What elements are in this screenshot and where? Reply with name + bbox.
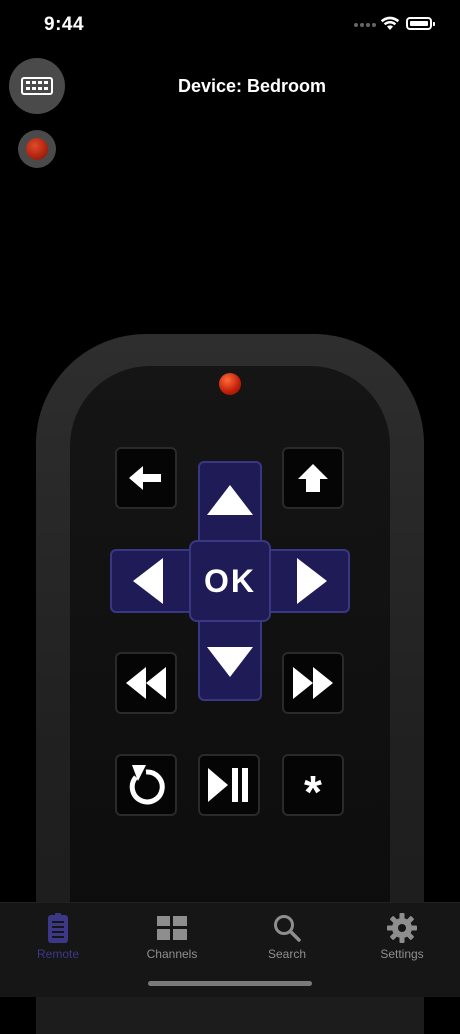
tab-channels[interactable]: Channels — [122, 913, 222, 961]
replay-icon — [129, 765, 165, 805]
home-button[interactable] — [282, 447, 344, 509]
remote-icon — [48, 913, 68, 943]
home-indicator — [148, 981, 312, 986]
rewind-button[interactable] — [115, 652, 177, 714]
gear-icon — [387, 913, 417, 943]
tab-settings-label: Settings — [380, 947, 424, 961]
fast-forward-icon — [293, 667, 333, 699]
tab-search[interactable]: Search — [237, 913, 337, 961]
status-time: 9:44 — [44, 14, 85, 35]
tab-channels-label: Channels — [146, 947, 198, 961]
arrow-down-icon — [207, 647, 253, 677]
cellular-signal-icon — [354, 23, 376, 27]
arrow-right-icon — [297, 558, 327, 604]
replay-button[interactable] — [115, 754, 177, 816]
dpad-right-button[interactable] — [280, 551, 344, 611]
ir-led-indicator — [219, 373, 241, 395]
play-pause-icon — [208, 768, 248, 802]
back-button[interactable] — [115, 447, 177, 509]
dpad-left-button[interactable] — [116, 551, 180, 611]
power-icon — [26, 138, 48, 160]
device-title: Device: Bedroom — [177, 76, 327, 96]
tab-remote-label: Remote — [36, 947, 80, 961]
tab-settings[interactable]: Settings — [352, 913, 452, 961]
tab-remote[interactable]: Remote — [8, 913, 108, 961]
dpad-up-button[interactable] — [200, 470, 260, 530]
play-pause-button[interactable] — [198, 754, 260, 816]
ok-label: OK — [204, 562, 256, 599]
home-icon — [298, 464, 328, 492]
wifi-icon — [380, 16, 400, 30]
status-bar: 9:44 — [0, 0, 460, 50]
ok-button[interactable]: OK — [189, 540, 271, 622]
arrow-up-icon — [207, 485, 253, 515]
channels-grid-icon — [157, 916, 187, 940]
search-icon — [274, 915, 301, 942]
back-arrow-icon — [129, 466, 161, 490]
arrow-left-icon — [133, 558, 163, 604]
options-button[interactable]: * — [282, 754, 344, 816]
power-button[interactable] — [18, 130, 56, 168]
dpad-down-button[interactable] — [200, 632, 260, 692]
battery-icon — [406, 17, 435, 30]
tab-search-label: Search — [267, 947, 307, 961]
options-label: * — [304, 766, 322, 818]
fast-forward-button[interactable] — [282, 652, 344, 714]
rewind-icon — [126, 667, 166, 699]
